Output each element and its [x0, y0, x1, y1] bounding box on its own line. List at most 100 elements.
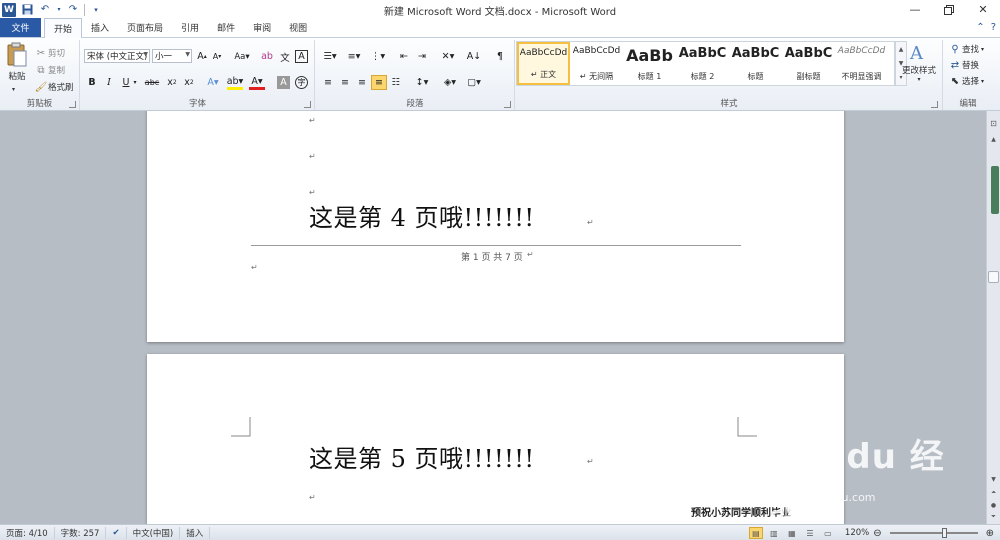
clipboard-launcher-icon[interactable]	[69, 101, 76, 108]
tab-home[interactable]: 开始	[44, 18, 83, 38]
line-spacing-icon[interactable]: ↕▾	[412, 75, 432, 90]
style-heading-2[interactable]: AaBbC 标题 2	[676, 42, 729, 85]
chinese-layout-icon[interactable]: ✕▾	[438, 49, 458, 64]
minimize-icon[interactable]: —	[898, 0, 932, 19]
minimize-ribbon-icon[interactable]: ⌃	[976, 22, 984, 33]
highlight-icon[interactable]: ab▾	[227, 75, 243, 90]
zoom-level[interactable]: 120%	[845, 528, 869, 538]
style-heading-1[interactable]: AaBb 标题 1	[623, 42, 676, 85]
previous-page-icon[interactable]: ⏶	[987, 487, 1000, 499]
zoom-out-icon[interactable]: ⊖	[873, 528, 881, 539]
underline-dropdown-icon[interactable]: ▾	[131, 75, 139, 90]
tab-page-layout[interactable]: 页面布局	[118, 18, 172, 37]
show-marks-icon[interactable]: ¶	[492, 49, 508, 64]
strikethrough-icon[interactable]: abc	[142, 75, 162, 90]
change-styles-button[interactable]: A 更改样式 ▾	[899, 42, 939, 83]
paste-dropdown-icon[interactable]: ▾	[12, 86, 15, 93]
italic-icon[interactable]: I	[101, 75, 117, 90]
style-no-spacing[interactable]: AaBbCcDd ↵ 无间隔	[570, 42, 623, 85]
superscript-icon[interactable]: x2	[181, 75, 197, 90]
help-icon[interactable]: ?	[991, 22, 996, 33]
select-button[interactable]: ⬉ 选择 ▾	[948, 74, 984, 88]
multilevel-list-icon[interactable]: ⋮▾	[368, 49, 388, 64]
tab-view[interactable]: 视图	[280, 18, 316, 37]
vertical-scrollbar[interactable]: ⊡ ▲ ▼ ⏶ ● ⏷	[986, 111, 1000, 524]
enclose-characters-icon[interactable]: 字	[295, 76, 308, 89]
redo-icon[interactable]: ↷	[66, 3, 80, 17]
copy-button[interactable]: ⧉ 复制	[34, 63, 65, 77]
font-name-select[interactable]: 宋体 (中文正文) ▼	[84, 49, 150, 63]
grow-font-icon[interactable]: A ▴	[194, 49, 210, 64]
print-layout-icon[interactable]: ▤	[748, 527, 763, 539]
word-app-icon[interactable]: W	[2, 2, 16, 17]
restore-icon[interactable]	[932, 0, 966, 19]
change-case-icon[interactable]: Aa▾	[232, 49, 252, 64]
scroll-down-icon[interactable]: ▼	[987, 473, 1000, 485]
distributed-icon[interactable]: ☷	[388, 75, 404, 90]
status-word-count[interactable]: 字数: 257	[55, 526, 107, 539]
next-page-icon[interactable]: ⏷	[987, 511, 1000, 523]
format-painter-button[interactable]: 🖌 格式刷	[34, 80, 74, 94]
document-page[interactable]: 这是第 5 页哦!!!!!!! ↵ ↵ 预祝小苏同学顺利毕业	[147, 354, 844, 524]
style-normal[interactable]: AaBbCcDd ↵ 正文	[517, 42, 570, 85]
font-launcher-icon[interactable]	[304, 101, 311, 108]
document-area[interactable]: ↵ ↵ ↵ 这是第 4 页哦!!!!!!! ↵ 第 1 页 共 7 页 ↵ ↵ …	[0, 111, 986, 524]
subscript-icon[interactable]: x2	[164, 75, 180, 90]
status-language[interactable]: 中文(中国)	[127, 526, 181, 539]
replace-button[interactable]: ⇄ 替换	[948, 58, 979, 72]
style-subtitle[interactable]: AaBbC 副标题	[782, 42, 835, 85]
zoom-in-icon[interactable]: ⊕	[986, 528, 994, 539]
align-left-icon[interactable]: ≡	[320, 75, 336, 90]
text-effects-icon[interactable]: A▾	[205, 75, 221, 90]
numbering-icon[interactable]: ≡▾	[344, 49, 364, 64]
tab-insert[interactable]: 插入	[82, 18, 118, 37]
character-shading-icon[interactable]: A	[277, 76, 290, 89]
zoom-slider-thumb[interactable]	[941, 528, 947, 538]
zoom-slider[interactable]	[889, 528, 978, 538]
save-icon[interactable]	[20, 3, 34, 17]
close-icon[interactable]: ✕	[966, 0, 1000, 19]
full-screen-reading-icon[interactable]: ▥	[767, 527, 781, 539]
shading-icon[interactable]: ◈▾	[440, 75, 460, 90]
cut-button[interactable]: ✂ 剪切	[34, 46, 65, 60]
proofing-icon[interactable]: ✔	[106, 526, 127, 539]
tab-references[interactable]: 引用	[172, 18, 208, 37]
character-border-icon[interactable]: A	[295, 50, 308, 63]
paragraph-launcher-icon[interactable]	[504, 101, 511, 108]
style-title[interactable]: AaBbC 标题	[729, 42, 782, 85]
outline-icon[interactable]: ☰	[803, 527, 817, 539]
customize-qat-icon[interactable]: ▾	[89, 3, 103, 17]
decrease-indent-icon[interactable]: ⇤	[396, 49, 412, 64]
styles-launcher-icon[interactable]	[931, 101, 938, 108]
undo-icon[interactable]: ↶	[38, 3, 52, 17]
find-button[interactable]: ⚲ 查找 ▾	[948, 42, 984, 56]
bullets-icon[interactable]: ☰▾	[320, 49, 340, 64]
justify-icon[interactable]: ≡	[371, 75, 387, 90]
font-size-select[interactable]: 小一 ▼	[152, 49, 192, 63]
scroll-up-icon[interactable]: ▲	[987, 133, 1000, 145]
tab-mailings[interactable]: 邮件	[208, 18, 244, 37]
document-page[interactable]: ↵ ↵ ↵ 这是第 4 页哦!!!!!!! ↵ 第 1 页 共 7 页 ↵ ↵	[147, 111, 844, 342]
font-color-icon[interactable]: A▾	[249, 75, 265, 90]
status-insert-mode[interactable]: 插入	[180, 526, 211, 539]
clear-formatting-icon[interactable]: ab	[259, 49, 275, 64]
sort-icon[interactable]: A↓	[466, 49, 482, 64]
borders-icon[interactable]: ▢▾	[464, 75, 484, 90]
style-subtle-emphasis[interactable]: AaBbCcDd 不明显强调	[835, 42, 888, 85]
status-page[interactable]: 页面: 4/10	[0, 526, 55, 539]
ruler-toggle-icon[interactable]: ⊡	[987, 117, 1000, 129]
draft-icon[interactable]: ▭	[821, 527, 835, 539]
shrink-font-icon[interactable]: A ▾	[209, 49, 225, 64]
increase-indent-icon[interactable]: ⇥	[414, 49, 430, 64]
web-layout-icon[interactable]: ▦	[785, 527, 799, 539]
tab-file[interactable]: 文件	[0, 18, 41, 37]
scroll-thumb[interactable]	[988, 271, 999, 283]
browse-object-icon[interactable]: ●	[987, 499, 1000, 511]
phonetic-guide-icon[interactable]: 文	[277, 49, 293, 64]
bold-icon[interactable]: B	[84, 75, 100, 90]
tab-review[interactable]: 审阅	[244, 18, 280, 37]
align-right-icon[interactable]: ≡	[354, 75, 370, 90]
paste-button[interactable]: 粘贴	[4, 42, 30, 82]
align-center-icon[interactable]: ≡	[337, 75, 353, 90]
undo-dropdown-icon[interactable]: ▾	[56, 3, 62, 17]
